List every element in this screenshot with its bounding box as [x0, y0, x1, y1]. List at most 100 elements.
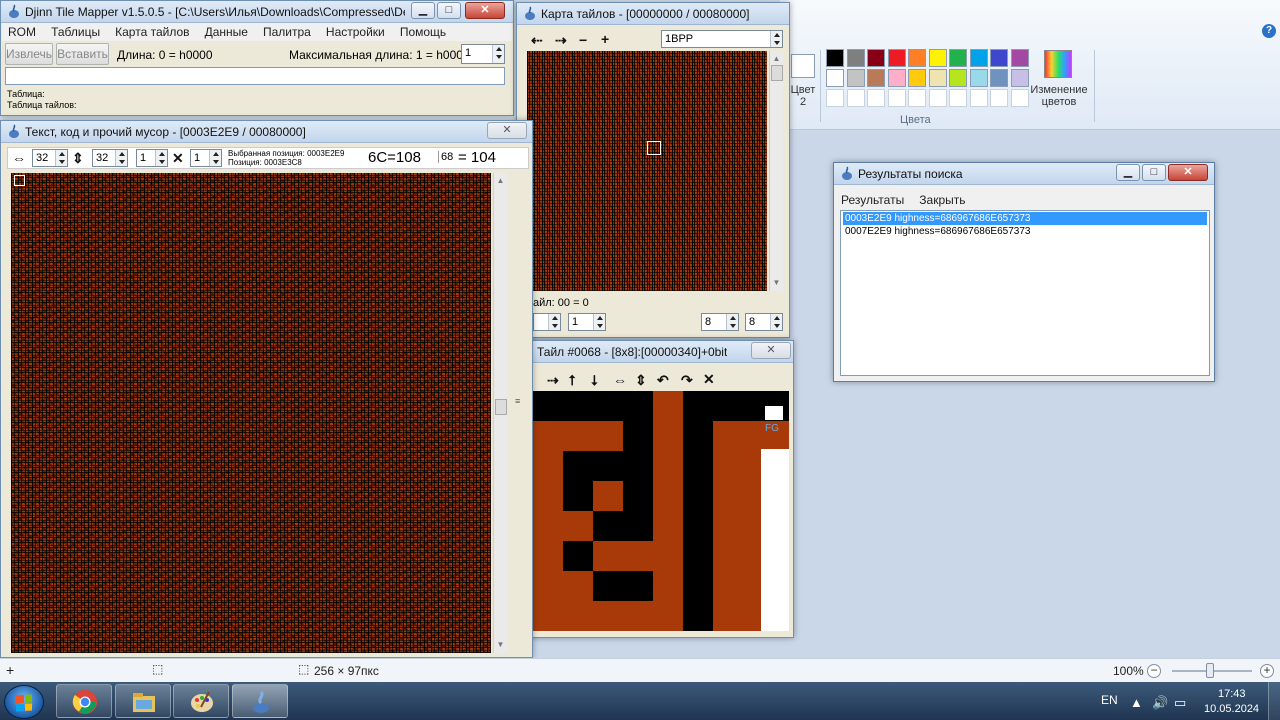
menu-tables[interactable]: Таблицы — [45, 23, 106, 41]
clear-tile-icon[interactable]: ✕ — [703, 372, 715, 386]
tile-pixel[interactable] — [713, 541, 743, 571]
splitter-grip[interactable]: ≡ — [515, 396, 520, 406]
offset-spinner[interactable]: 1 — [190, 149, 222, 167]
tile-pixel[interactable] — [623, 421, 653, 451]
tile-pixel[interactable] — [533, 601, 563, 631]
custom-color-slot[interactable] — [1010, 89, 1029, 107]
tile-pixel[interactable] — [683, 421, 713, 451]
tile-pixel[interactable] — [653, 391, 683, 421]
tray-expand-icon[interactable]: ▲ — [1130, 695, 1143, 710]
zoom-in-button[interactable]: + — [1260, 664, 1274, 678]
menu-tilemap[interactable]: Карта тайлов — [109, 23, 195, 41]
taskbar-paint[interactable] — [173, 684, 229, 718]
bpp-select[interactable]: 1BPP — [661, 30, 783, 48]
step-spinner[interactable]: 1 — [136, 149, 168, 167]
palette-swatch[interactable] — [908, 49, 926, 67]
clock-time[interactable]: 17:43 — [1218, 688, 1246, 700]
tile-pixel[interactable] — [623, 481, 653, 511]
tile-pixel[interactable] — [563, 601, 593, 631]
tile-pixel[interactable] — [623, 511, 653, 541]
maximize-button[interactable]: □ — [1142, 164, 1166, 181]
network-icon[interactable]: ▭ — [1174, 695, 1186, 711]
palette-swatch[interactable] — [846, 69, 865, 87]
text-view-scrollbar[interactable]: ▲ ▼ — [493, 173, 507, 653]
tile-pixel[interactable] — [563, 571, 593, 601]
menu-data[interactable]: Данные — [199, 23, 254, 41]
taskbar-djinn[interactable] — [232, 684, 288, 718]
palette-swatch[interactable] — [969, 69, 988, 87]
help-icon[interactable]: ? — [1262, 24, 1276, 38]
height-spinner[interactable]: 32 — [92, 149, 128, 167]
custom-color-slot[interactable] — [908, 89, 926, 107]
color2-swatch[interactable] — [791, 54, 815, 78]
palette-swatch[interactable] — [1010, 49, 1029, 67]
text-input-field[interactable] — [5, 67, 505, 85]
tile-width-spinner[interactable]: 8 — [701, 313, 739, 331]
tile-pixel[interactable] — [653, 451, 683, 481]
volume-icon[interactable]: 🔊 — [1152, 695, 1168, 711]
menu-settings[interactable]: Настройки — [320, 23, 391, 41]
palette-swatch[interactable] — [928, 49, 947, 67]
palette-swatch[interactable] — [887, 49, 906, 67]
tile-pixel[interactable] — [653, 421, 683, 451]
custom-color-slot[interactable] — [887, 89, 906, 107]
zoom-slider-thumb[interactable] — [1206, 663, 1214, 678]
tilemap-spinner-a[interactable] — [533, 313, 561, 331]
clock-date[interactable]: 10.05.2024 — [1204, 703, 1259, 715]
tile-pixel[interactable] — [683, 571, 713, 601]
rotate-left-icon[interactable]: ↶ — [657, 373, 669, 387]
custom-color-slot[interactable] — [969, 89, 988, 107]
custom-color-slot[interactable] — [867, 89, 885, 107]
tile-pixel[interactable] — [653, 571, 683, 601]
tile-pixel[interactable] — [563, 511, 593, 541]
menu-palette[interactable]: Палитра — [257, 23, 317, 41]
bg-color-swatch[interactable] — [765, 406, 783, 420]
tile-pixel[interactable] — [593, 391, 623, 421]
minimize-button[interactable]: ▁ — [411, 2, 435, 19]
taskbar-chrome[interactable] — [56, 684, 112, 718]
tile-height-spinner[interactable]: 8 — [745, 313, 783, 331]
tile-pixel[interactable] — [713, 511, 743, 541]
tilemap-scrollbar[interactable]: ▲ ▼ — [769, 51, 783, 291]
start-button[interactable] — [4, 685, 44, 719]
close-button[interactable]: ✕ — [487, 122, 527, 139]
tile-pixel[interactable] — [593, 601, 623, 631]
maximize-button[interactable]: □ — [437, 2, 461, 19]
minus-icon[interactable]: − — [579, 33, 587, 47]
minimize-button[interactable]: ▁ — [1116, 164, 1140, 181]
tile-pixel[interactable] — [563, 391, 593, 421]
tile-pixel[interactable] — [533, 511, 563, 541]
shift-down-icon[interactable]: ⭣ — [591, 373, 598, 387]
tile-pixel[interactable] — [593, 421, 623, 451]
insert-button[interactable]: Вставить — [56, 43, 109, 65]
tile-pixel[interactable] — [533, 421, 563, 451]
tile-pixel[interactable] — [653, 511, 683, 541]
result-item[interactable]: 0007E2E9 highness=686967686E657373 — [843, 225, 1207, 238]
menu-help[interactable]: Помощь — [394, 23, 452, 41]
tile-editor-canvas[interactable] — [533, 391, 773, 631]
tile-pixel[interactable] — [563, 481, 593, 511]
tile-pixel[interactable] — [533, 541, 563, 571]
tile-pixel[interactable] — [623, 571, 653, 601]
tile-pixel[interactable] — [563, 541, 593, 571]
palette-swatch[interactable] — [846, 49, 865, 67]
palette-swatch[interactable] — [826, 69, 844, 87]
plus-icon[interactable]: + — [601, 32, 609, 46]
palette-swatch[interactable] — [887, 69, 906, 87]
zoom-out-button[interactable]: − — [1147, 664, 1161, 678]
flip-vertical-icon[interactable]: ⇕ — [635, 373, 647, 387]
tile-pixel[interactable] — [533, 391, 563, 421]
tile-pixel[interactable] — [653, 541, 683, 571]
palette-swatch[interactable] — [928, 69, 947, 87]
tile-pixel[interactable] — [563, 451, 593, 481]
tile-pixel[interactable] — [713, 421, 743, 451]
palette-swatch[interactable] — [908, 69, 926, 87]
tilemap-spinner-b[interactable]: 1 — [568, 313, 606, 331]
tile-pixel[interactable] — [533, 451, 563, 481]
tile-pixel[interactable] — [683, 541, 713, 571]
tile-pixel[interactable] — [713, 601, 743, 631]
palette-swatch[interactable] — [867, 69, 885, 87]
tile-pixel[interactable] — [623, 601, 653, 631]
palette-swatch[interactable] — [1010, 69, 1029, 87]
custom-color-slot[interactable] — [949, 89, 967, 107]
